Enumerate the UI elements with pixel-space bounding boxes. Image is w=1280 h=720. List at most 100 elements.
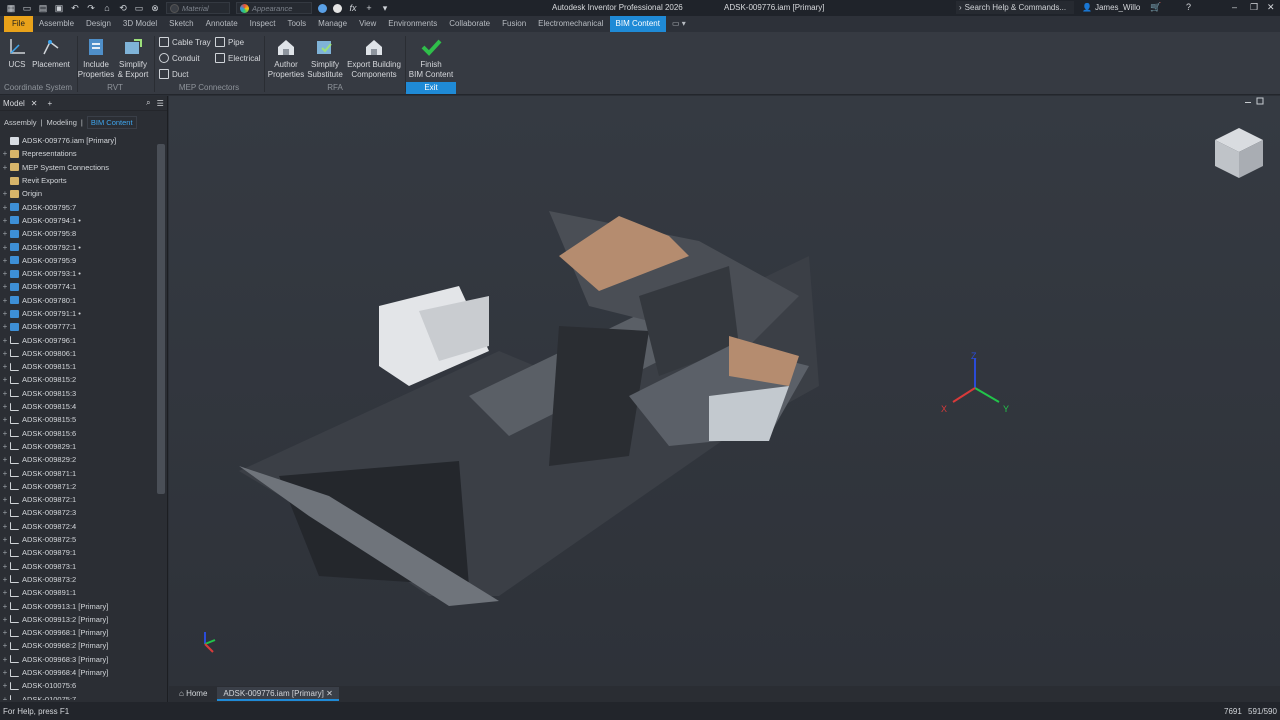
- expand-icon[interactable]: +: [0, 668, 10, 677]
- tab-manage[interactable]: Manage: [312, 16, 353, 32]
- expand-icon[interactable]: +: [0, 575, 10, 584]
- expand-icon[interactable]: +: [0, 256, 10, 265]
- tree-row[interactable]: + ADSK-009968:4 [Primary]: [0, 666, 156, 679]
- expand-icon[interactable]: +: [0, 655, 10, 664]
- expand-icon[interactable]: +: [0, 562, 10, 571]
- color-override-icon[interactable]: [318, 3, 327, 13]
- tree-row[interactable]: + ADSK-009777:1: [0, 320, 156, 333]
- factory-assembly-model[interactable]: [239, 211, 819, 606]
- close-document-icon[interactable]: ✕: [326, 689, 333, 698]
- help-icon[interactable]: ?: [1186, 2, 1191, 12]
- fx-icon[interactable]: fx: [348, 3, 358, 13]
- pipe-button[interactable]: Pipe: [215, 37, 244, 47]
- expand-icon[interactable]: +: [0, 535, 10, 544]
- browser-scrollbar[interactable]: [157, 144, 165, 494]
- tree-row[interactable]: + ADSK-009871:2: [0, 480, 156, 493]
- select-icon[interactable]: ▭: [134, 3, 144, 13]
- redo-icon[interactable]: ↷: [86, 3, 96, 13]
- clear-appearance-icon[interactable]: [333, 3, 342, 13]
- expand-icon[interactable]: +: [0, 269, 10, 278]
- add-icon[interactable]: +: [364, 3, 374, 13]
- expand-icon[interactable]: +: [0, 389, 10, 398]
- view-cube[interactable]: [1215, 128, 1263, 178]
- expand-icon[interactable]: +: [0, 149, 10, 158]
- export-building-components-button[interactable]: Export Building Components: [345, 36, 403, 80]
- new-icon[interactable]: ▭: [22, 3, 32, 13]
- finish-bim-content-button[interactable]: Finish BIM Content: [406, 36, 456, 80]
- search-icon[interactable]: ⌕: [146, 98, 150, 108]
- tree-row[interactable]: + ADSK-009913:1 [Primary]: [0, 599, 156, 612]
- expand-icon[interactable]: +: [0, 415, 10, 424]
- simplify-substitute-button[interactable]: Simplify Substitute: [305, 36, 345, 80]
- tab-annotate[interactable]: Annotate: [200, 16, 244, 32]
- material-combo[interactable]: Material: [166, 2, 230, 14]
- expand-icon[interactable]: +: [0, 695, 10, 700]
- tree-row[interactable]: + ADSK-009872:3: [0, 506, 156, 519]
- expand-icon[interactable]: +: [0, 482, 10, 491]
- tree-row[interactable]: + ADSK-009873:2: [0, 573, 156, 586]
- tab-fusion[interactable]: Fusion: [496, 16, 532, 32]
- placement-button[interactable]: Placement: [31, 36, 71, 70]
- tree-row[interactable]: + ADSK-009968:3 [Primary]: [0, 653, 156, 666]
- menu-icon[interactable]: ☰: [157, 99, 164, 108]
- tree-row[interactable]: + ADSK-009815:6: [0, 427, 156, 440]
- simplify-export-button[interactable]: Simplify & Export: [114, 36, 152, 80]
- tree-row[interactable]: + ADSK-009815:1: [0, 360, 156, 373]
- expand-icon[interactable]: +: [0, 243, 10, 252]
- browser-tab-modeling[interactable]: Modeling: [46, 118, 76, 127]
- expand-icon[interactable]: +: [0, 282, 10, 291]
- tree-row[interactable]: + ADSK-009774:1: [0, 280, 156, 293]
- tree-row[interactable]: + ADSK-009968:1 [Primary]: [0, 626, 156, 639]
- ucs-button[interactable]: UCS: [6, 36, 28, 70]
- tree-row[interactable]: + ADSK-010075:6: [0, 679, 156, 692]
- expand-icon[interactable]: +: [0, 469, 10, 478]
- tree-row[interactable]: + ADSK-009872:5: [0, 533, 156, 546]
- conduit-button[interactable]: Conduit: [159, 53, 200, 63]
- expand-icon[interactable]: +: [0, 588, 10, 597]
- expand-icon[interactable]: +: [0, 522, 10, 531]
- app-menu-icon[interactable]: ▦: [6, 3, 16, 13]
- expand-icon[interactable]: +: [0, 309, 10, 318]
- cart-icon[interactable]: 🛒: [1150, 2, 1161, 13]
- restore-viewport-icon[interactable]: [1256, 97, 1264, 105]
- expand-icon[interactable]: +: [0, 402, 10, 411]
- home-tab[interactable]: ⌂ Home: [173, 687, 213, 701]
- author-properties-button[interactable]: Author Properties: [267, 36, 305, 80]
- document-tab[interactable]: ADSK-009776.iam [Primary] ✕: [217, 687, 339, 701]
- tree-row[interactable]: + ADSK-009794:1 •: [0, 214, 156, 227]
- undo-icon[interactable]: ↶: [70, 3, 80, 13]
- tree-row[interactable]: + ADSK-009968:2 [Primary]: [0, 639, 156, 652]
- minimize-viewport-icon[interactable]: [1245, 102, 1251, 103]
- tab-assemble[interactable]: Assemble: [33, 16, 80, 32]
- user-menu[interactable]: 👤 James_Willo: [1082, 3, 1140, 12]
- help-search-input[interactable]: › Search Help & Commands...: [956, 1, 1074, 14]
- close-circle-icon[interactable]: ⊗: [150, 3, 160, 13]
- save-icon[interactable]: ▣: [54, 3, 64, 13]
- cable-tray-button[interactable]: Cable Tray: [159, 37, 211, 47]
- tree-row[interactable]: + ADSK-009815:2: [0, 373, 156, 386]
- expand-icon[interactable]: +: [0, 349, 10, 358]
- expand-icon[interactable]: +: [0, 495, 10, 504]
- expand-icon[interactable]: +: [0, 375, 10, 384]
- tree-row[interactable]: + ADSK-009780:1: [0, 294, 156, 307]
- tree-row[interactable]: + ADSK-009871:1: [0, 466, 156, 479]
- expand-icon[interactable]: +: [0, 322, 10, 331]
- tree-row[interactable]: ADSK-009776.iam [Primary]: [0, 134, 156, 147]
- tree-row[interactable]: + ADSK-009913:2 [Primary]: [0, 613, 156, 626]
- expand-icon[interactable]: +: [0, 681, 10, 690]
- tree-row[interactable]: + ADSK-009872:4: [0, 520, 156, 533]
- tree-row[interactable]: + ADSK-009791:1 •: [0, 307, 156, 320]
- tab-sketch[interactable]: Sketch: [163, 16, 199, 32]
- tree-row[interactable]: Revit Exports: [0, 174, 156, 187]
- expand-icon[interactable]: +: [0, 203, 10, 212]
- update-icon[interactable]: ⟲: [118, 3, 128, 13]
- tab-tools[interactable]: Tools: [281, 16, 312, 32]
- expand-icon[interactable]: +: [0, 508, 10, 517]
- tree-row[interactable]: + ADSK-009806:1: [0, 347, 156, 360]
- browser-tab-bim-content[interactable]: BIM Content: [86, 115, 137, 129]
- expand-icon[interactable]: +: [0, 602, 10, 611]
- tab-bim-content[interactable]: BIM Content: [609, 16, 666, 32]
- customize-icon[interactable]: ▾: [380, 3, 390, 13]
- expand-icon[interactable]: +: [0, 189, 10, 198]
- tab-environments[interactable]: Environments: [382, 16, 443, 32]
